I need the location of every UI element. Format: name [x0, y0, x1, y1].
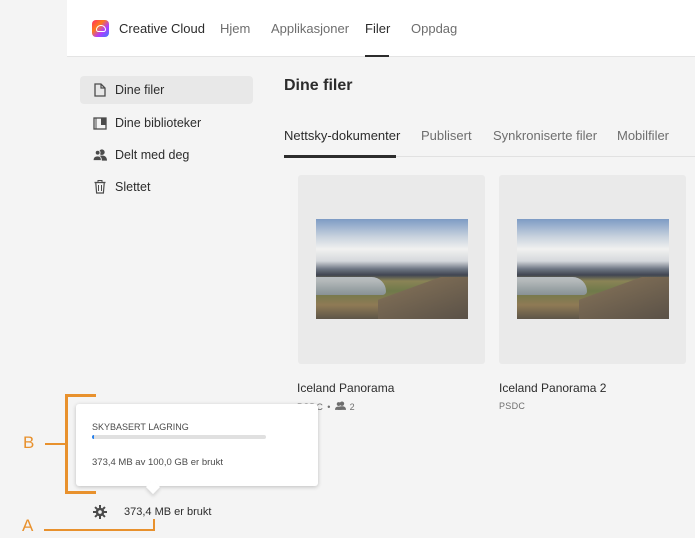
callout-b-bracket-bottom: [65, 491, 96, 494]
sidebar-item-dine-biblioteker[interactable]: Dine biblioteker: [80, 109, 253, 137]
sidebar-item-label: Dine biblioteker: [115, 116, 202, 130]
sidebar-item-label: Slettet: [115, 180, 151, 194]
tab-mobilfiler[interactable]: Mobilfiler: [617, 128, 669, 143]
nav-item-hjem[interactable]: Hjem: [220, 21, 250, 36]
storage-usage-text: 373,4 MB av 100,0 GB er brukt: [92, 457, 223, 468]
sidebar-item-label: Delt med deg: [115, 148, 190, 162]
callout-b-bracket: [65, 394, 68, 494]
file-meta: PSDC: [499, 401, 525, 411]
tab-nettsky-dokumenter[interactable]: Nettsky-dokumenter: [284, 128, 400, 143]
nav-active-indicator: [365, 55, 389, 57]
storage-popover: SKYBASERT LAGRING 373,4 MB av 100,0 GB e…: [76, 404, 318, 495]
storage-progress-fill: [92, 435, 94, 439]
file-thumbnail: [517, 219, 669, 319]
file-thumbnail: [316, 219, 468, 319]
nav-item-applikasjoner[interactable]: Applikasjoner: [271, 21, 349, 36]
file-name[interactable]: Iceland Panorama 2: [499, 381, 606, 395]
file-type: PSDC: [499, 401, 526, 411]
brand-name[interactable]: Creative Cloud: [119, 21, 205, 36]
storage-used-text: 373,4 MB er brukt: [124, 506, 212, 518]
page-title: Dine filer: [284, 77, 353, 94]
storage-status[interactable]: 373,4 MB er brukt: [93, 505, 211, 519]
trash-icon: [93, 180, 107, 194]
tab-publisert[interactable]: Publisert: [421, 128, 472, 143]
file-card[interactable]: [499, 175, 686, 364]
storage-progress-bar: [92, 435, 266, 439]
tab-synkroniserte-filer[interactable]: Synkroniserte filer: [493, 128, 597, 143]
people-icon: [93, 148, 107, 162]
nav-item-oppdag[interactable]: Oppdag: [411, 21, 457, 36]
callout-a-label: A: [22, 516, 34, 535]
shared-people-icon: [334, 401, 346, 412]
callout-b-label: B: [23, 433, 35, 452]
file-icon: [93, 83, 107, 97]
gear-icon[interactable]: [93, 505, 107, 519]
sidebar-item-slettet[interactable]: Slettet: [80, 173, 253, 201]
sidebar-item-delt-med-deg[interactable]: Delt med deg: [80, 141, 253, 169]
library-icon: [93, 116, 107, 130]
creative-cloud-logo-icon[interactable]: [92, 20, 109, 37]
popover-arrow: [145, 479, 161, 495]
file-card[interactable]: [298, 175, 485, 364]
sidebar-item-label: Dine filer: [115, 83, 165, 97]
nav-item-filer[interactable]: Filer: [365, 21, 390, 36]
meta-separator: •: [327, 401, 331, 412]
file-name[interactable]: Iceland Panorama: [297, 381, 394, 395]
sidebar-item-dine-filer[interactable]: Dine filer: [80, 76, 253, 104]
top-bar: Creative Cloud Hjem Applikasjoner Filer …: [67, 0, 695, 57]
shared-count: 2: [349, 401, 355, 412]
callout-b-line: [45, 443, 65, 445]
callout-a-line: [44, 529, 155, 531]
callout-b-bracket-top: [65, 394, 96, 397]
tab-active-indicator: [284, 155, 396, 158]
callout-a-tick: [153, 519, 155, 531]
storage-label: SKYBASERT LAGRING: [92, 422, 189, 432]
